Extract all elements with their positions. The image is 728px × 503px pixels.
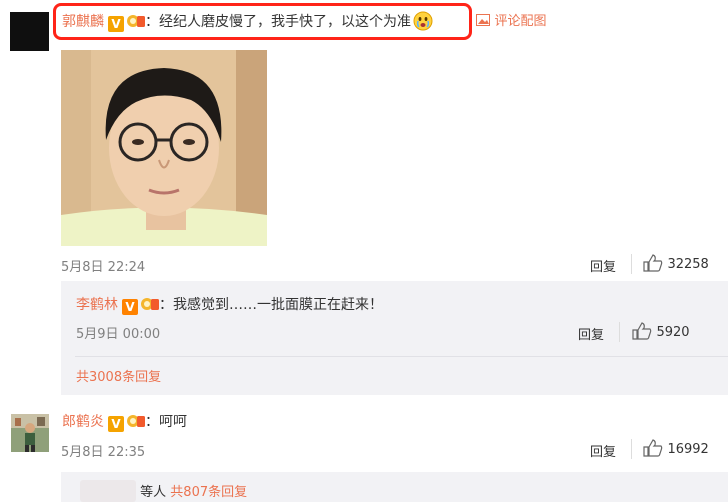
- others-label: 等人: [140, 485, 167, 500]
- more-replies-link[interactable]: 共807条回复: [170, 485, 247, 500]
- comment-header: 郭麒麟 V ：经纪人磨皮慢了，我手快了，以这个为准: [62, 11, 433, 32]
- reply-header: 李鹤林 V ：我感觉到……一批面膜正在赶来！: [76, 295, 383, 315]
- thumbs-up-icon: [643, 439, 663, 457]
- comment2-date: 5月8日 22:35: [61, 445, 146, 460]
- comment-text: ：呵呵: [145, 414, 187, 430]
- crying-face-emoji-icon: [413, 11, 433, 31]
- avatar-image: [11, 414, 49, 452]
- medal-icon: [127, 15, 145, 27]
- verified-icon: V: [108, 16, 124, 32]
- reply-date: 5月9日 00:00: [76, 327, 161, 342]
- medal-icon: [141, 298, 159, 310]
- like-count: 32258: [667, 257, 709, 272]
- reply-text: ：我感觉到……一批面膜正在赶来！: [159, 297, 383, 313]
- divider: [631, 439, 632, 459]
- reply-like-count: 5920: [656, 325, 690, 340]
- like-button[interactable]: 32258: [643, 254, 709, 272]
- reply-divider: [75, 356, 728, 357]
- image-icon: [476, 14, 490, 26]
- comment2-header: 郎鹤炎 V ：呵呵: [62, 412, 187, 432]
- username-link[interactable]: 郭麒麟: [62, 14, 104, 30]
- avatar[interactable]: [10, 12, 49, 51]
- comment-photo[interactable]: [61, 50, 267, 246]
- reply-button[interactable]: 回复: [590, 441, 616, 460]
- thumbs-up-icon: [632, 322, 652, 340]
- reply-like-button[interactable]: 5920: [632, 322, 690, 340]
- like-button[interactable]: 16992: [643, 439, 709, 457]
- divider: [631, 254, 632, 274]
- reply-preview: 等人 共807条回复: [80, 480, 247, 503]
- verified-icon: V: [122, 299, 138, 315]
- comment-pic-link[interactable]: 评论配图: [476, 11, 546, 32]
- username-link[interactable]: 郎鹤炎: [62, 414, 104, 430]
- blurred-username: [80, 480, 136, 502]
- divider: [619, 322, 620, 342]
- comment-text: ：经纪人磨皮慢了，我手快了，以这个为准: [145, 14, 411, 30]
- medal-icon: [127, 415, 145, 427]
- reply-username-link[interactable]: 李鹤林: [76, 297, 118, 313]
- thumbs-up-icon: [643, 254, 663, 272]
- like-count: 16992: [667, 442, 709, 457]
- comment-date: 5月8日 22:24: [61, 260, 146, 275]
- reply-button[interactable]: 回复: [590, 256, 616, 275]
- comment-pic-label: 评论配图: [494, 14, 547, 29]
- verified-icon: V: [108, 416, 124, 432]
- selfie-image: [61, 50, 267, 246]
- avatar[interactable]: [11, 414, 49, 452]
- reply-reply-button[interactable]: 回复: [578, 324, 604, 343]
- more-replies-link[interactable]: 共3008条回复: [76, 366, 161, 385]
